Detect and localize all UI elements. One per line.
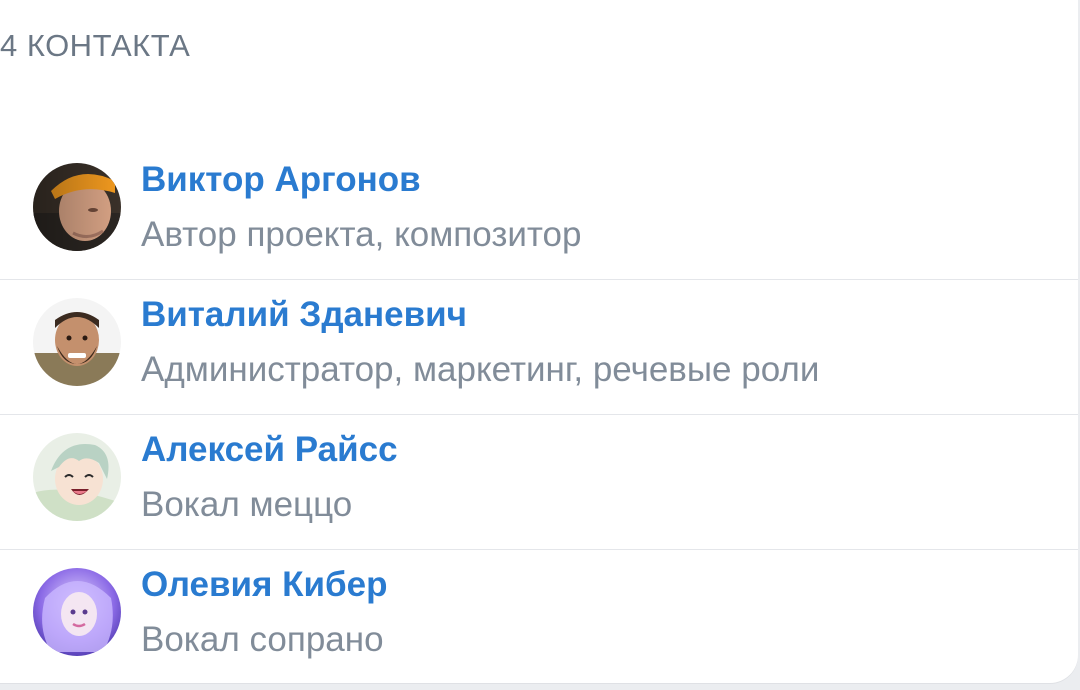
contact-role: Вокал меццо bbox=[141, 485, 353, 524]
avatar-photo-woman-purple bbox=[33, 568, 121, 656]
contact-name[interactable]: Олевия Кибер bbox=[141, 565, 388, 605]
avatar-anime-character bbox=[33, 433, 121, 521]
contact-item[interactable]: Виталий Зданевич Администратор, маркетин… bbox=[0, 280, 1078, 415]
contact-name[interactable]: Алексей Райсс bbox=[141, 430, 398, 470]
contact-item[interactable]: Олевия Кибер Вокал сопрано bbox=[0, 550, 1078, 684]
contact-avatar[interactable] bbox=[33, 163, 121, 251]
contact-item[interactable]: Виктор Аргонов Автор проекта, композитор bbox=[0, 145, 1078, 280]
contact-avatar[interactable] bbox=[33, 433, 121, 521]
contacts-count-header: 4 КОНТАКТА bbox=[0, 28, 191, 63]
contact-avatar[interactable] bbox=[33, 298, 121, 386]
avatar-photo-bearded-man bbox=[33, 298, 121, 386]
contact-role: Автор проекта, композитор bbox=[141, 215, 582, 254]
contact-role: Администратор, маркетинг, речевые роли bbox=[141, 350, 820, 389]
avatar-photo-man-orange-cap bbox=[33, 163, 121, 251]
contact-avatar[interactable] bbox=[33, 568, 121, 656]
contact-item[interactable]: Алексей Райсс Вокал меццо bbox=[0, 415, 1078, 550]
contacts-list: Виктор Аргонов Автор проекта, композитор… bbox=[0, 145, 1078, 684]
contact-role: Вокал сопрано bbox=[141, 620, 384, 659]
contact-name[interactable]: Виктор Аргонов bbox=[141, 160, 421, 200]
contact-name[interactable]: Виталий Зданевич bbox=[141, 295, 467, 335]
contacts-card: 4 КОНТАКТА Виктор Аргонов Автор проекта,… bbox=[0, 0, 1078, 683]
